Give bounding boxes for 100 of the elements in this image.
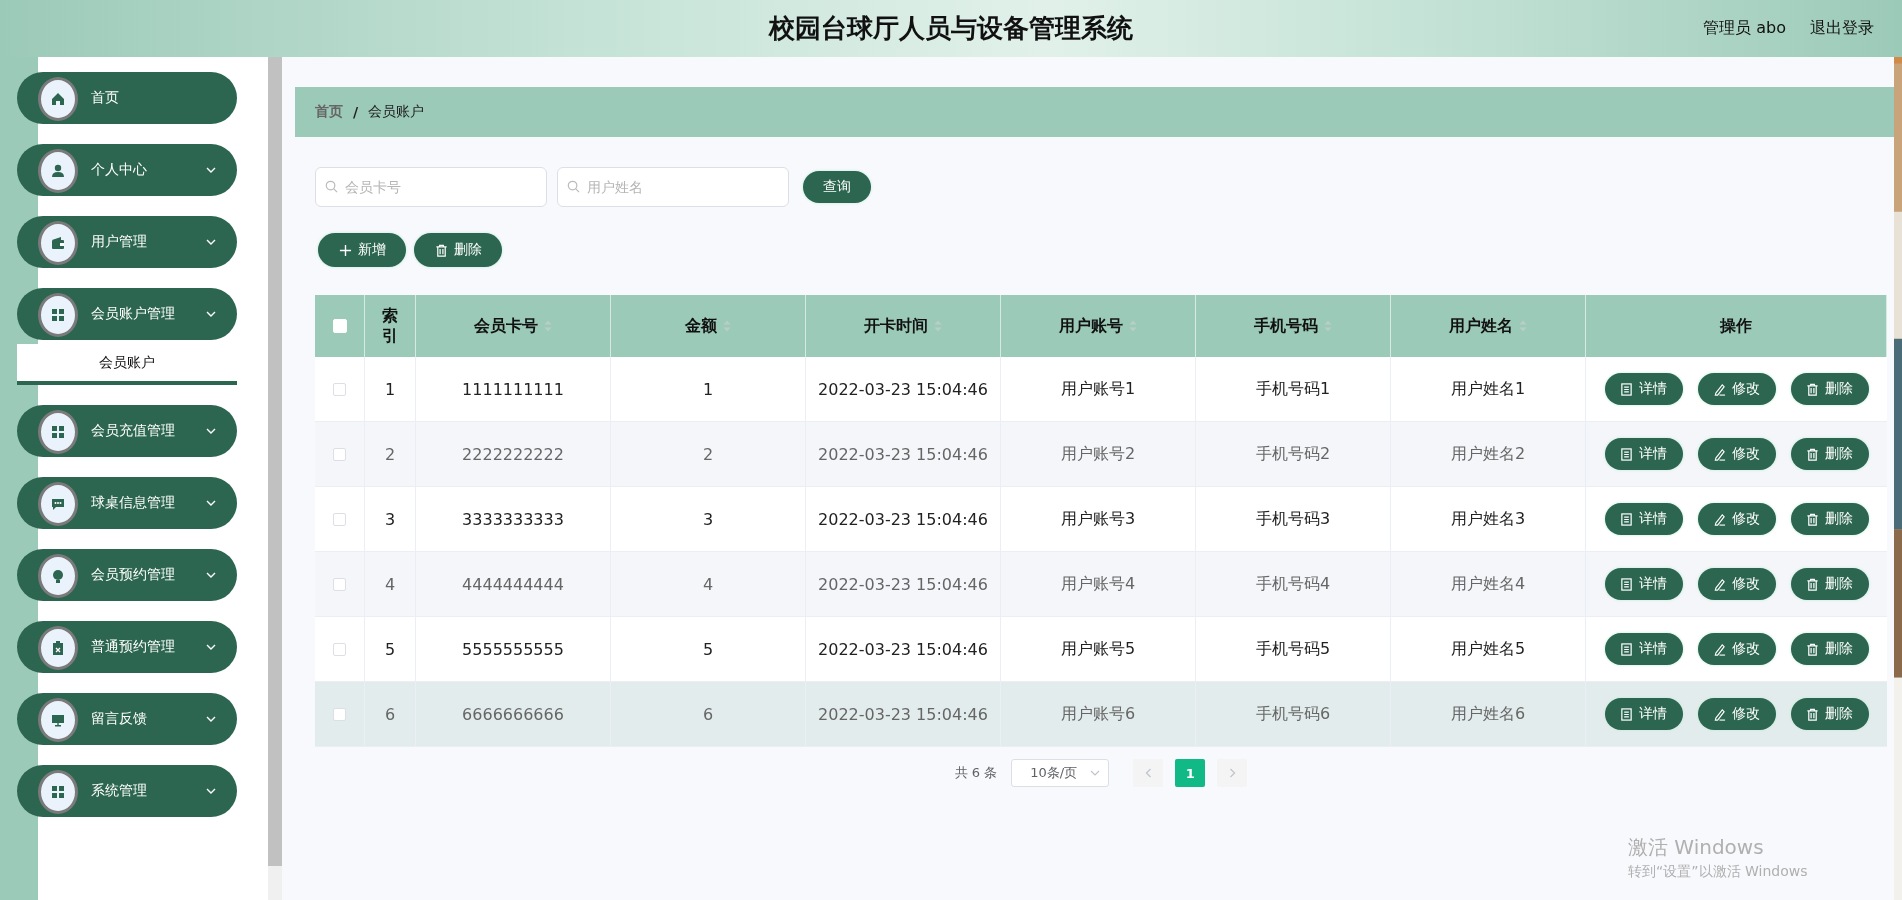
table-cell: 5 bbox=[384, 639, 396, 659]
scrollbar[interactable] bbox=[268, 57, 282, 900]
search-field[interactable]: 会员卡号 bbox=[315, 167, 547, 207]
table-cell: 5 bbox=[702, 639, 714, 659]
trash-icon bbox=[1806, 577, 1819, 591]
menu-item[interactable]: 个人中心 bbox=[17, 144, 237, 196]
chevron-down-icon bbox=[205, 166, 217, 174]
row-checkbox[interactable] bbox=[333, 707, 346, 721]
table-cell: 用户账号6 bbox=[1060, 703, 1136, 725]
edit-button[interactable]: 修改 bbox=[1697, 698, 1776, 730]
grid-icon bbox=[50, 306, 66, 323]
delete-button[interactable]: 删除 bbox=[1790, 373, 1869, 405]
trash-icon bbox=[1806, 512, 1819, 526]
menu-item[interactable]: 留言反馈 bbox=[17, 693, 237, 745]
table-cell: 用户姓名3 bbox=[1450, 508, 1526, 530]
pencil-icon bbox=[1713, 642, 1726, 656]
previous-page-button[interactable] bbox=[1133, 759, 1164, 787]
total-count: 共 6 条 bbox=[954, 764, 998, 782]
column-header[interactable]: 会员卡号 bbox=[416, 295, 611, 357]
edit-button[interactable]: 修改 bbox=[1697, 438, 1776, 470]
activation-text: 转到“设置”以激活 Windows bbox=[1628, 863, 1808, 881]
document-icon bbox=[1620, 642, 1633, 656]
table-cell: 手机号码1 bbox=[1255, 378, 1331, 400]
pencil-icon bbox=[1713, 512, 1726, 526]
chevron-down-icon bbox=[205, 499, 217, 507]
table-cell: 2022-03-23 15:04:46 bbox=[818, 509, 988, 529]
menu-item[interactable]: 会员账户管理 bbox=[17, 288, 237, 340]
add-button[interactable]: 新增 bbox=[318, 233, 406, 267]
column-header[interactable]: 手机号码 bbox=[1196, 295, 1391, 357]
table-cell: 2 bbox=[384, 444, 396, 464]
table-cell: 手机号码5 bbox=[1255, 638, 1331, 660]
detail-button[interactable]: 详情 bbox=[1604, 373, 1683, 405]
detail-button[interactable]: 详情 bbox=[1604, 633, 1683, 665]
column-header[interactable]: 金额 bbox=[611, 295, 806, 357]
table-row[interactable]: 6 6666666666 6 2022-03-23 15:04:46 用户账号6 手机号码6 用户姓名6 详情 修改 删除 bbox=[315, 682, 1887, 747]
delete-button[interactable]: 删除 bbox=[1790, 503, 1869, 535]
table-cell: 3 bbox=[384, 509, 396, 529]
table-cell: 1111111111 bbox=[462, 379, 564, 399]
table-cell: 2022-03-23 15:04:46 bbox=[818, 639, 988, 659]
column-header[interactable]: 用户账号 bbox=[1001, 295, 1196, 357]
document-icon bbox=[1620, 382, 1633, 396]
chevron-down-icon bbox=[1090, 770, 1101, 776]
menu-item[interactable]: 首页 bbox=[17, 72, 237, 124]
logout-link[interactable]: 退出登录 bbox=[1810, 18, 1874, 39]
delete-button[interactable]: 删除 bbox=[1790, 633, 1869, 665]
chevron-down-icon bbox=[205, 571, 217, 579]
table-row[interactable]: 4 4444444444 4 2022-03-23 15:04:46 用户账号4 手机号码4 用户姓名4 详情 修改 删除 bbox=[315, 552, 1887, 617]
submenu-item[interactable]: 会员账户 bbox=[17, 344, 237, 385]
next-page-button[interactable] bbox=[1217, 759, 1248, 787]
document-icon bbox=[1620, 577, 1633, 591]
row-checkbox[interactable] bbox=[333, 642, 346, 656]
breadcrumb-separator: / bbox=[353, 104, 359, 120]
row-checkbox[interactable] bbox=[333, 577, 346, 591]
table-cell: 用户账号5 bbox=[1060, 638, 1136, 660]
detail-button[interactable]: 详情 bbox=[1604, 438, 1683, 470]
sort-icon bbox=[1519, 320, 1527, 332]
trash-icon bbox=[1806, 707, 1819, 721]
home-icon bbox=[50, 90, 66, 107]
column-header[interactable]: 用户姓名 bbox=[1391, 295, 1586, 357]
delete-button[interactable]: 删除 bbox=[414, 233, 502, 267]
pencil-icon bbox=[1713, 447, 1726, 461]
trash-icon bbox=[1806, 447, 1819, 461]
edit-button[interactable]: 修改 bbox=[1697, 503, 1776, 535]
table-cell: 2 bbox=[702, 444, 714, 464]
row-checkbox[interactable] bbox=[333, 382, 346, 396]
table-row[interactable]: 2 2222222222 2 2022-03-23 15:04:46 用户账号2 手机号码2 用户姓名2 详情 修改 删除 bbox=[315, 422, 1887, 487]
edit-button[interactable]: 修改 bbox=[1697, 568, 1776, 600]
menu-item[interactable]: 球桌信息管理 bbox=[17, 477, 237, 529]
document-icon bbox=[1620, 707, 1633, 721]
trash-icon bbox=[434, 243, 448, 257]
delete-button[interactable]: 删除 bbox=[1790, 698, 1869, 730]
sort-icon bbox=[544, 320, 552, 332]
menu-item[interactable]: 用户管理 bbox=[17, 216, 237, 268]
search-button[interactable]: 查询 bbox=[803, 171, 871, 203]
detail-button[interactable]: 详情 bbox=[1604, 568, 1683, 600]
detail-button[interactable]: 详情 bbox=[1604, 698, 1683, 730]
table-cell: 2022-03-23 15:04:46 bbox=[818, 379, 988, 399]
table-cell: 6666666666 bbox=[462, 704, 564, 724]
column-header: 索引 bbox=[365, 295, 416, 357]
breadcrumb-current: 会员账户 bbox=[368, 103, 425, 121]
menu-item[interactable]: 普通预约管理 bbox=[17, 621, 237, 673]
page-size-select[interactable]: 10条/页 bbox=[1011, 759, 1110, 787]
column-header[interactable]: 开卡时间 bbox=[806, 295, 1001, 357]
table-cell: 用户姓名5 bbox=[1450, 638, 1526, 660]
menu-item[interactable]: 会员预约管理 bbox=[17, 549, 237, 601]
search-field[interactable]: 用户姓名 bbox=[557, 167, 789, 207]
menu-item[interactable]: 会员充值管理 bbox=[17, 405, 237, 457]
edit-button[interactable]: 修改 bbox=[1697, 633, 1776, 665]
row-checkbox[interactable] bbox=[333, 512, 346, 526]
detail-button[interactable]: 详情 bbox=[1604, 503, 1683, 535]
pencil-icon bbox=[1713, 382, 1726, 396]
delete-button[interactable]: 删除 bbox=[1790, 568, 1869, 600]
delete-button[interactable]: 删除 bbox=[1790, 438, 1869, 470]
menu-item[interactable]: 系统管理 bbox=[17, 765, 237, 817]
select-all-checkbox[interactable] bbox=[332, 319, 347, 333]
table-cell: 手机号码4 bbox=[1255, 573, 1331, 595]
row-checkbox[interactable] bbox=[333, 447, 346, 461]
table-cell: 6 bbox=[702, 704, 714, 724]
edit-button[interactable]: 修改 bbox=[1697, 373, 1776, 405]
chevron-left-icon bbox=[1144, 768, 1152, 778]
